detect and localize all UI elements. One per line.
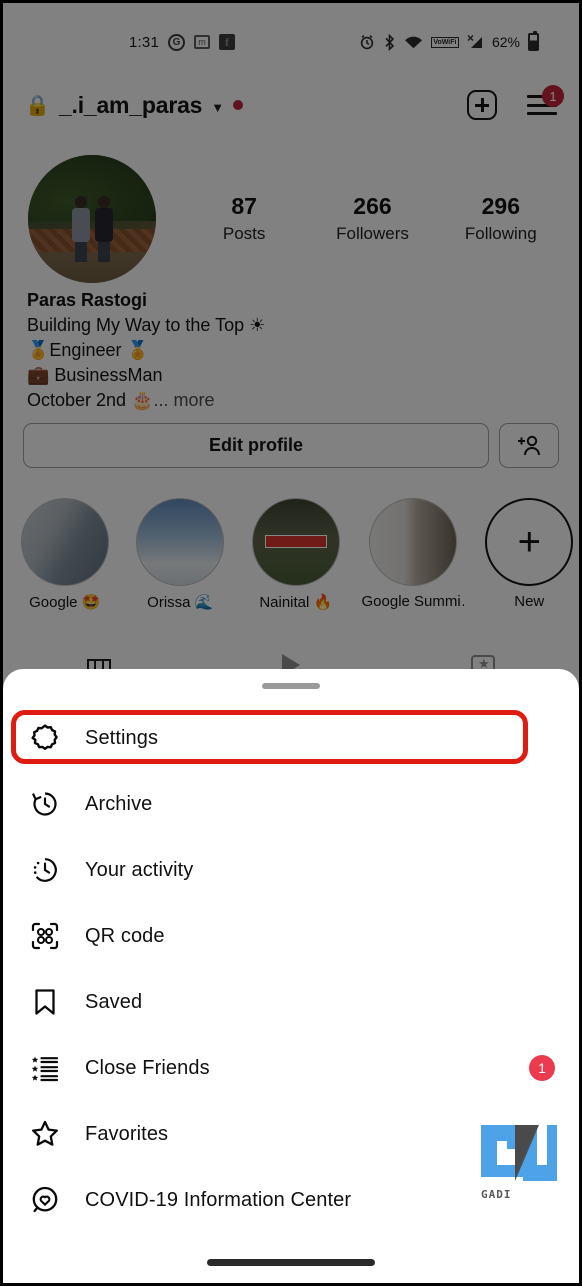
story-highlights: Google 🤩 Orissa 🌊 Nainital 🔥 Google Summ… <box>3 498 579 618</box>
close-friends-badge: 1 <box>529 1055 555 1081</box>
bio-line: 💼 BusinessMan <box>27 365 163 385</box>
menu-item-label: QR code <box>85 924 165 947</box>
unread-dot <box>233 100 244 110</box>
stat-followers[interactable]: 266 Followers <box>308 191 436 247</box>
qr-code-icon <box>25 916 65 956</box>
google-icon: G <box>168 33 185 51</box>
battery-icon <box>528 31 539 51</box>
phone-screenshot: 1:31 G m f Vo WiFi 62% 🔒 _.i_am_paras ▼ … <box>0 0 582 1286</box>
watermark-text: GADI <box>481 1188 512 1201</box>
menu-item-label: Archive <box>85 792 153 815</box>
highlight-item[interactable]: Orissa 🌊 <box>131 498 231 618</box>
system-nav-bar <box>3 1241 579 1283</box>
add-post-button[interactable] <box>467 90 497 120</box>
bio-more-link[interactable]: ... more <box>153 390 214 410</box>
bio-last-line: October 2nd 🎂... more <box>27 388 555 413</box>
star-icon <box>25 1114 65 1154</box>
facebook-icon: f <box>219 34 235 50</box>
bio-birthday: October 2nd 🎂 <box>27 390 154 410</box>
star-list-icon <box>25 1048 65 1088</box>
menu-item-label: Close Friends <box>85 1056 210 1079</box>
archive-clock-icon <box>25 784 65 824</box>
add-person-button[interactable] <box>499 423 559 468</box>
hamburger-menu-button[interactable]: 1 <box>527 85 564 116</box>
stat-label: Following <box>464 223 537 243</box>
highlight-label: Nainital 🔥 <box>259 594 333 611</box>
profile-buttons: Edit profile <box>23 423 559 468</box>
highlight-thumbnail <box>368 498 457 586</box>
highlight-item[interactable]: Nainital 🔥 <box>246 498 346 618</box>
stat-count: 296 <box>481 192 520 219</box>
avatar-and-stats: 87 Posts 266 Followers 296 Following <box>3 151 579 286</box>
stat-count: 87 <box>231 192 257 219</box>
profile-top-bar: 🔒 _.i_am_paras ▼ 1 <box>3 81 579 129</box>
bio-block: Paras Rastogi Building My Way to the Top… <box>27 288 555 413</box>
highlight-label: New <box>514 593 545 610</box>
menu-item-close-friends[interactable]: Close Friends 1 <box>3 1035 579 1101</box>
highlight-label: Google Summi… <box>361 593 464 610</box>
mastodon-icon: m <box>194 35 210 49</box>
gear-icon <box>25 718 65 758</box>
menu-item-label: Your activity <box>85 858 194 881</box>
highlight-label: Google 🤩 <box>29 594 101 611</box>
stats-row: 87 Posts 266 Followers 296 Following <box>180 191 565 247</box>
status-time: 1:31 <box>129 33 159 51</box>
highlight-item[interactable]: Google Summi… <box>362 498 464 618</box>
username-label: _.i_am_paras <box>58 91 203 118</box>
menu-item-settings[interactable]: Settings <box>3 705 579 771</box>
watermark-logo: GADI <box>477 1121 561 1201</box>
menu-item-your-activity[interactable]: Your activity <box>3 837 579 903</box>
stat-posts[interactable]: 87 Posts <box>180 191 308 247</box>
stat-label: Posts <box>222 223 266 243</box>
stat-count: 266 <box>353 192 392 219</box>
highlight-item[interactable]: Google 🤩 <box>15 498 115 618</box>
highlight-thumbnail <box>251 498 340 586</box>
activity-clock-icon <box>25 850 65 890</box>
alarm-icon <box>359 34 375 50</box>
add-person-icon <box>518 435 540 455</box>
stat-label: Followers <box>336 223 409 243</box>
display-name: Paras Rastogi <box>27 290 148 310</box>
menu-item-archive[interactable]: Archive <box>3 771 579 837</box>
gu-logo-icon <box>481 1125 557 1181</box>
stat-following[interactable]: 296 Following <box>437 191 565 247</box>
bluetooth-icon <box>383 33 396 51</box>
menu-item-label: Saved <box>85 990 143 1013</box>
plus-circle-icon: + <box>485 498 574 586</box>
battery-percent: 62% <box>491 34 520 50</box>
profile-actions: 1 <box>467 85 564 120</box>
heart-circle-icon <box>25 1180 65 1220</box>
menu-badge: 1 <box>542 85 564 107</box>
bio-line: 🏅Engineer 🏅 <box>27 340 149 360</box>
menu-item-qr-code[interactable]: QR code <box>3 903 579 969</box>
highlight-thumbnail <box>136 498 225 586</box>
edit-profile-button[interactable]: Edit profile <box>23 423 489 468</box>
menu-item-label: Settings <box>85 726 159 749</box>
lock-icon: 🔒 <box>25 94 50 117</box>
highlight-thumbnail <box>20 498 109 586</box>
status-bar-left: 1:31 G m f <box>129 33 235 51</box>
vowifi-icon: Vo WiFi <box>430 36 459 48</box>
menu-item-saved[interactable]: Saved <box>3 969 579 1035</box>
status-bar-right: Vo WiFi 62% <box>359 31 539 51</box>
menu-item-label: COVID-19 Information Center <box>85 1188 352 1211</box>
chevron-down-icon: ▼ <box>211 99 225 115</box>
drag-handle[interactable] <box>262 683 320 689</box>
highlight-label: Orissa 🌊 <box>147 594 214 611</box>
bio-line: Building My Way to the Top ☀ <box>27 315 266 335</box>
username-switcher[interactable]: 🔒 _.i_am_paras ▼ <box>25 91 244 119</box>
wifi-icon <box>404 35 423 50</box>
new-highlight-button[interactable]: + New <box>480 498 580 618</box>
avatar[interactable] <box>28 154 156 283</box>
home-gesture-pill[interactable] <box>207 1258 375 1266</box>
signal-off-icon <box>467 34 484 50</box>
status-bar: 1:31 G m f Vo WiFi 62% <box>3 25 579 59</box>
bookmark-icon <box>25 982 65 1022</box>
menu-item-label: Favorites <box>85 1122 169 1145</box>
